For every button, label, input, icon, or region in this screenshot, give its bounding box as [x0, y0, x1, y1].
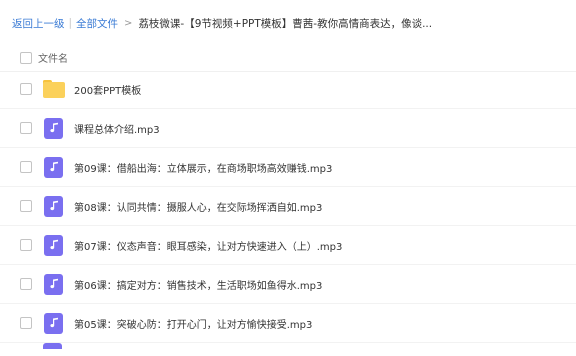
chevron-right-icon: >: [124, 17, 133, 29]
file-name[interactable]: 第05课：突破心防：打开心门，让对方愉快接受.mp3: [74, 316, 312, 331]
select-all-checkbox[interactable]: [20, 51, 32, 64]
row-checkbox[interactable]: [20, 278, 32, 290]
file-name[interactable]: 第06课：搞定对方：销售技术，生活职场如鱼得水.mp3: [74, 277, 322, 292]
row-checkbox[interactable]: [20, 122, 32, 134]
file-list: 200套PPT模板 课程总体介绍.mp3 第09课：借船出海：立体展示，在商场职…: [0, 70, 576, 349]
row-checkbox[interactable]: [20, 83, 32, 95]
music-note-icon: [43, 156, 64, 178]
file-name[interactable]: 第07课：仪态声音：眼耳感染，让对方快速进入（上）.mp3: [74, 238, 342, 253]
column-header-filename: 文件名: [38, 54, 68, 65]
row-checkbox[interactable]: [20, 317, 32, 329]
file-name[interactable]: 课程总体介绍.mp3: [74, 121, 160, 136]
file-name[interactable]: 第08课：认同共情：摄服人心，在交际场挥洒自如.mp3: [74, 199, 322, 214]
music-note-icon: [43, 234, 64, 256]
breadcrumb-divider: |: [68, 17, 73, 29]
breadcrumb: 返回上一级 | 全部文件 > 荔枝微课-【9节视频+PPT模板】曹茜-教你高情商…: [12, 14, 432, 32]
music-note-icon: [43, 343, 62, 349]
file-row[interactable]: 第09课：借船出海：立体展示，在商场职场高效赚钱.mp3: [0, 148, 576, 187]
file-row[interactable]: 第07课：仪态声音：眼耳感染，让对方快速进入（上）.mp3: [0, 226, 576, 265]
row-checkbox[interactable]: [20, 200, 32, 212]
music-note-icon: [43, 273, 64, 295]
list-header: 文件名: [0, 44, 576, 72]
file-row[interactable]: 200套PPT模板: [0, 70, 576, 109]
file-row-partial: [0, 343, 576, 349]
file-name[interactable]: 200套PPT模板: [74, 82, 141, 97]
folder-icon: [43, 78, 65, 100]
music-note-icon: [43, 117, 64, 139]
file-row[interactable]: 第05课：突破心防：打开心门，让对方愉快接受.mp3: [0, 304, 576, 343]
row-checkbox[interactable]: [20, 161, 32, 173]
file-row[interactable]: 课程总体介绍.mp3: [0, 109, 576, 148]
file-row[interactable]: 第06课：搞定对方：销售技术，生活职场如鱼得水.mp3: [0, 265, 576, 304]
music-note-icon: [43, 195, 64, 217]
back-link[interactable]: 返回上一级: [12, 16, 65, 31]
breadcrumb-current: 荔枝微课-【9节视频+PPT模板】曹茜-教你高情商表达，像谈...: [138, 17, 433, 30]
all-files-link[interactable]: 全部文件: [76, 16, 118, 31]
file-name[interactable]: 第09课：借船出海：立体展示，在商场职场高效赚钱.mp3: [74, 160, 332, 175]
music-note-icon: [43, 312, 64, 334]
row-checkbox[interactable]: [20, 239, 32, 251]
file-row[interactable]: 第08课：认同共情：摄服人心，在交际场挥洒自如.mp3: [0, 187, 576, 226]
